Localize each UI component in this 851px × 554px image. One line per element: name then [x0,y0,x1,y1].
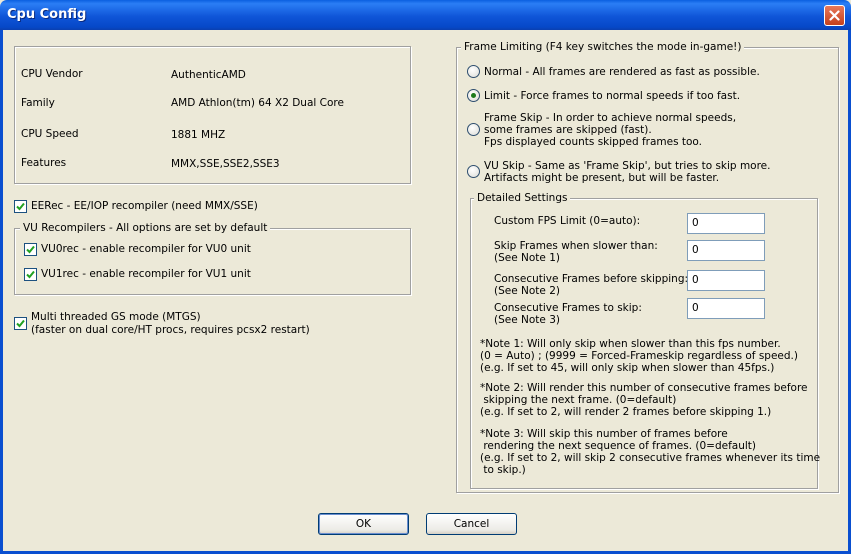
cpu-features-value: MMX,SSE,SSE2,SSE3 [171,158,280,170]
cancel-button[interactable]: Cancel [426,513,517,535]
radio-limit[interactable] [467,89,480,102]
note-3: *Note 3: Will skip this number of frames… [480,428,821,476]
check-icon [26,270,35,279]
radio-normal-label[interactable]: Normal - All frames are rendered as fast… [484,66,760,78]
vu1rec-label[interactable]: VU1rec - enable recompiler for VU1 unit [41,268,251,280]
window-title: Cpu Config [7,7,87,22]
radio-vu-skip-label[interactable]: VU Skip - Same as 'Frame Skip', but trie… [484,160,770,184]
skip-frames-label: Skip Frames when slower than: (See Note … [494,240,658,264]
frame-limiting-legend: Frame Limiting (F4 key switches the mode… [461,41,745,53]
cpu-vendor-label: CPU Vendor [21,68,83,80]
cpu-speed-value: 1881 MHZ [171,129,226,141]
radio-frame-skip[interactable] [467,123,480,136]
custom-fps-input[interactable]: 0 [687,213,765,234]
close-icon [829,10,840,21]
frames-before-skip-input[interactable]: 0 [687,270,765,291]
cpu-family-value: AMD Athlon(tm) 64 X2 Dual Core [171,97,344,109]
mtgs-label-line1[interactable]: Multi threaded GS mode (MTGS) [31,311,201,323]
vu0rec-label[interactable]: VU0rec - enable recompiler for VU0 unit [41,243,251,255]
cpu-features-label: Features [21,157,67,169]
check-icon [26,245,35,254]
ok-button[interactable]: OK [318,513,409,535]
radio-vu-skip[interactable] [467,165,480,178]
skip-frames-input[interactable]: 0 [687,240,765,261]
title-bar[interactable]: Cpu Config [0,0,851,30]
eerec-label[interactable]: EERec - EE/IOP recompiler (need MMX/SSE) [31,200,258,212]
mtgs-label-line2[interactable]: (faster on dual core/HT procs, requires … [31,324,310,336]
vu-group-legend: VU Recompilers - All options are set by … [20,222,271,234]
radio-limit-label[interactable]: Limit - Force frames to normal speeds if… [484,90,740,102]
cpu-speed-label: CPU Speed [21,128,79,140]
vu-recompilers-group [14,228,411,295]
frames-before-skip-label: Consecutive Frames before skipping: (See… [494,273,689,297]
radio-frame-skip-label[interactable]: Frame Skip - In order to achieve normal … [484,112,736,148]
frames-to-skip-label: Consecutive Frames to skip: (See Note 3) [494,302,642,326]
check-icon [16,319,25,328]
vu1rec-checkbox[interactable] [24,268,37,281]
eerec-checkbox[interactable] [14,200,27,213]
cpu-vendor-value: AuthenticAMD [171,69,246,81]
vu0rec-checkbox[interactable] [24,243,37,256]
detailed-settings-legend: Detailed Settings [474,192,571,204]
mtgs-checkbox[interactable] [14,317,27,330]
note-2: *Note 2: Will render this number of cons… [480,382,808,418]
note-1: *Note 1: Will only skip when slower than… [480,338,798,374]
cpu-family-label: Family [21,97,55,109]
frames-to-skip-input[interactable]: 0 [687,298,765,319]
close-button[interactable] [824,5,845,26]
check-icon [16,202,25,211]
custom-fps-label: Custom FPS Limit (0=auto): [494,215,641,227]
radio-normal[interactable] [467,65,480,78]
